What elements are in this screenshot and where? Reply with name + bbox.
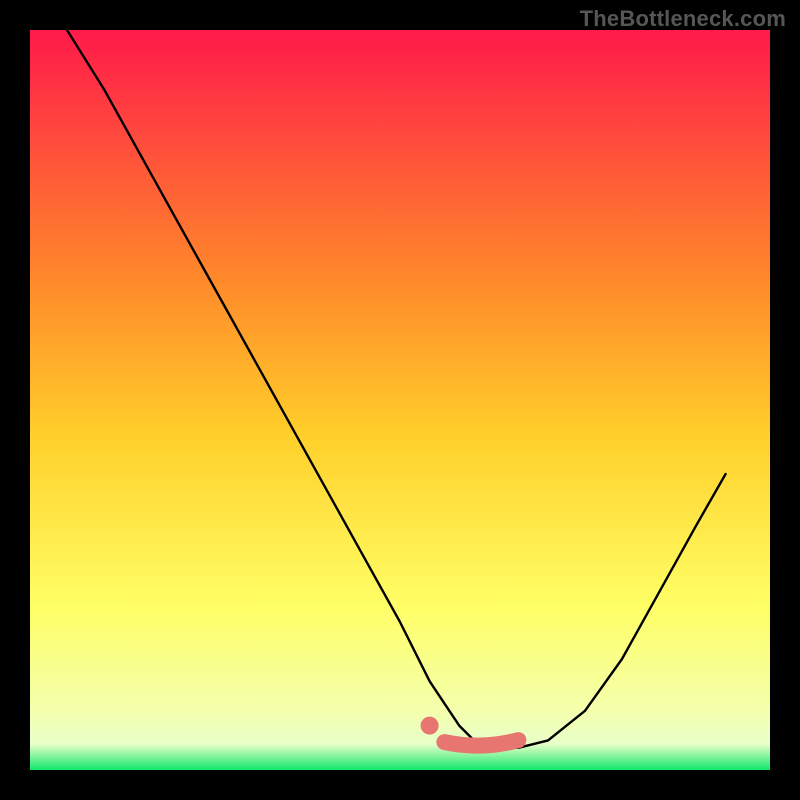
- optimal-point-marker: [421, 717, 439, 735]
- gradient-background: [30, 30, 770, 770]
- plot-frame: [30, 30, 770, 770]
- plot-area: [30, 30, 770, 770]
- attribution-label: TheBottleneck.com: [580, 6, 786, 32]
- optimal-range-marker: [444, 740, 518, 746]
- figure-canvas: TheBottleneck.com: [0, 0, 800, 800]
